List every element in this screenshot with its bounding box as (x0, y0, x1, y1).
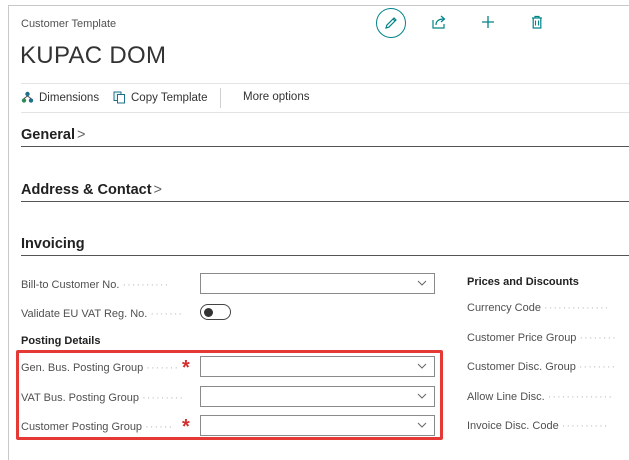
copy-icon (113, 91, 125, 104)
copy-template-label: Copy Template (131, 91, 208, 104)
chevron-down-icon (417, 280, 427, 286)
section-general-divider (21, 146, 629, 147)
validate-eu-vat-label: Validate EU VAT Reg. No. ······· (21, 308, 184, 320)
section-address-header[interactable]: Address & Contact > (21, 182, 162, 198)
section-address-title: Address & Contact (21, 182, 152, 198)
actionbar-vertical-divider (220, 88, 221, 108)
actionbar-top-divider (21, 83, 629, 84)
share-button[interactable] (429, 12, 449, 32)
allow-line-disc-label[interactable]: Allow Line Disc. ·············· (467, 391, 629, 403)
dimensions-icon (21, 91, 34, 103)
section-invoicing-divider (21, 255, 629, 256)
plus-icon (482, 16, 494, 28)
delete-button[interactable] (527, 12, 547, 32)
copy-template-action[interactable]: Copy Template (113, 91, 208, 104)
new-button[interactable] (478, 12, 498, 32)
page-caption: Customer Template (21, 18, 117, 30)
actionbar-bottom-divider (21, 112, 629, 113)
bill-to-customer-field[interactable] (200, 273, 435, 294)
posting-details-header: Posting Details (21, 335, 101, 347)
posting-groups-highlight (16, 350, 443, 440)
page-title: KUPAC DOM (20, 42, 167, 69)
chevron-right-icon: > (153, 182, 162, 198)
prices-discounts-header: Prices and Discounts (467, 276, 579, 288)
more-options-label: More options (243, 91, 310, 103)
trash-icon (532, 15, 542, 29)
validate-eu-vat-toggle[interactable] (200, 304, 231, 320)
customer-price-group-label[interactable]: Customer Price Group ········ (467, 332, 629, 344)
pencil-icon (385, 17, 397, 29)
section-address-divider (21, 201, 629, 202)
section-invoicing-header[interactable]: Invoicing (21, 236, 85, 252)
currency-code-label[interactable]: Currency Code ·············· (467, 302, 629, 314)
section-invoicing-title: Invoicing (21, 236, 85, 252)
dimensions-label: Dimensions (39, 91, 100, 104)
section-general-title: General (21, 127, 75, 143)
section-general-header[interactable]: General > (21, 127, 85, 143)
share-icon (432, 15, 446, 29)
dimensions-action[interactable]: Dimensions (21, 91, 99, 104)
chevron-right-icon: > (77, 127, 86, 143)
bill-to-customer-label: Bill-to Customer No. ·········· (21, 279, 170, 291)
toggle-knob (204, 307, 213, 317)
customer-disc-group-label[interactable]: Customer Disc. Group ········ (467, 361, 629, 373)
edit-button[interactable] (376, 8, 406, 38)
invoice-disc-code-label[interactable]: Invoice Disc. Code ·········· (467, 420, 629, 432)
more-options-action[interactable]: More options (243, 91, 309, 103)
